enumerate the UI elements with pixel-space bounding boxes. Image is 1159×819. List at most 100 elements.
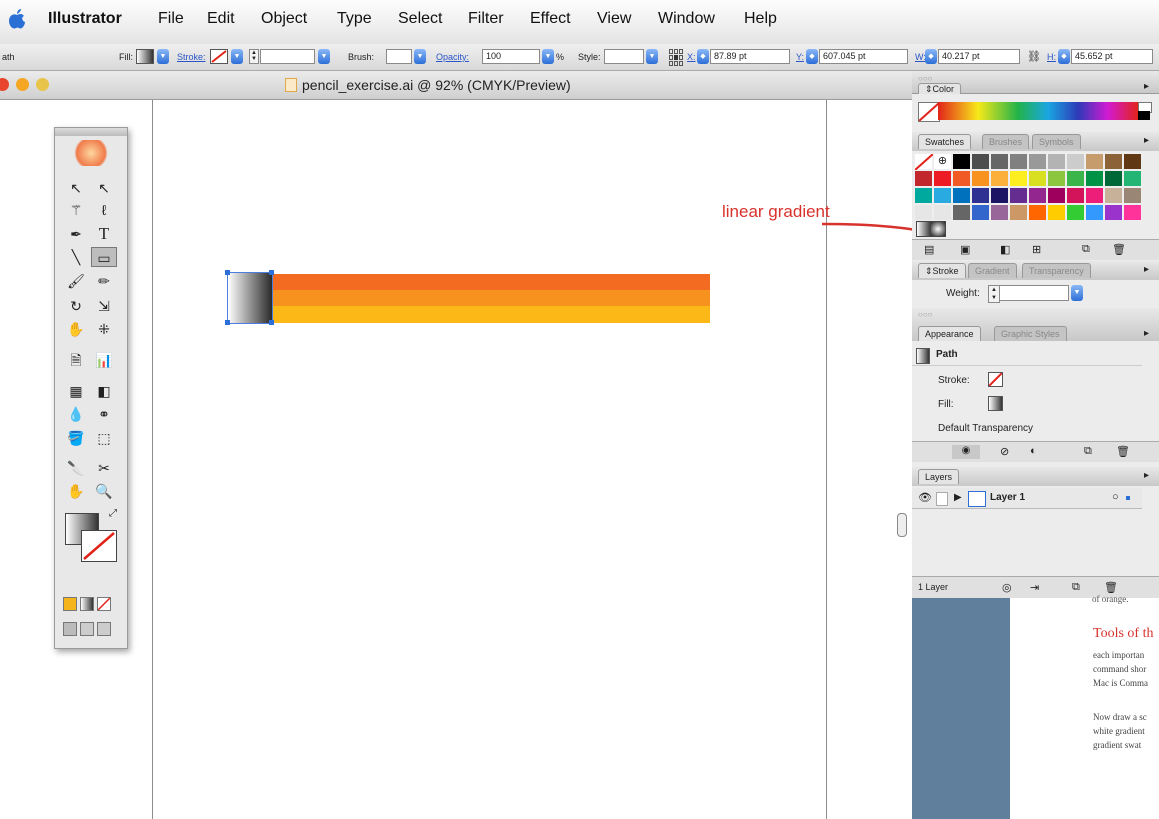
- gradient-rectangle[interactable]: [227, 272, 273, 324]
- eyedropper-tool-icon[interactable]: 💧: [63, 404, 89, 424]
- swatch[interactable]: [1085, 204, 1104, 221]
- color-panel-titlebar[interactable]: ○○○ ⇕Color ▸: [912, 71, 1159, 94]
- scale-tool-icon[interactable]: ⇲: [91, 296, 117, 316]
- tab-layers[interactable]: Layers: [918, 469, 960, 484]
- free-transform-tool-icon[interactable]: ⁜: [91, 319, 117, 339]
- reference-point-icon[interactable]: [668, 48, 686, 67]
- panel-menu-icon[interactable]: ▸: [1144, 81, 1149, 92]
- brush-field[interactable]: [386, 49, 412, 64]
- selection-handle[interactable]: [269, 320, 274, 325]
- swatch[interactable]: [971, 153, 990, 170]
- opacity-field[interactable]: 100: [482, 49, 540, 64]
- stroke-color-box[interactable]: [81, 530, 117, 562]
- close-button[interactable]: [0, 78, 9, 91]
- swatch[interactable]: [1123, 187, 1142, 204]
- screen-mode-full-button[interactable]: [97, 622, 111, 636]
- style-field[interactable]: [604, 49, 644, 64]
- warp-tool-icon[interactable]: ✋: [63, 319, 89, 339]
- make-clipping-mask-icon[interactable]: ◎: [1002, 581, 1012, 594]
- swatch[interactable]: [1104, 204, 1123, 221]
- duplicate-item-icon[interactable]: ⧉: [1084, 445, 1092, 458]
- swatch[interactable]: [952, 153, 971, 170]
- type-tool-icon[interactable]: T: [91, 224, 117, 244]
- swatch[interactable]: [1009, 204, 1028, 221]
- panel-menu-icon[interactable]: ▸: [1144, 470, 1149, 481]
- swatch[interactable]: [1028, 153, 1047, 170]
- direct-selection-tool-icon[interactable]: ↖: [91, 178, 117, 198]
- swatch[interactable]: [1104, 170, 1123, 187]
- apple-icon[interactable]: [8, 8, 26, 30]
- none-mode-button[interactable]: [97, 597, 111, 611]
- swatch[interactable]: [1066, 170, 1085, 187]
- panel-menu-icon[interactable]: ▸: [1144, 328, 1149, 339]
- swatch[interactable]: [933, 204, 952, 221]
- swatch[interactable]: [1066, 204, 1085, 221]
- brush-dropdown[interactable]: ▼: [414, 49, 426, 64]
- rectangle-tool-icon[interactable]: ▭: [91, 247, 117, 267]
- swatch[interactable]: [1028, 204, 1047, 221]
- fill-swatch[interactable]: [136, 49, 154, 64]
- pen-tool-icon[interactable]: ✒: [63, 224, 89, 244]
- gradient-tool-icon[interactable]: ◧: [91, 381, 117, 401]
- appearance-stroke-swatch[interactable]: [988, 372, 1003, 387]
- swatch[interactable]: [933, 170, 952, 187]
- swatch[interactable]: [971, 187, 990, 204]
- swatch[interactable]: [1085, 187, 1104, 204]
- y-field[interactable]: 607.045 pt: [819, 49, 908, 64]
- x-field[interactable]: 87.89 pt: [710, 49, 790, 64]
- menu-view[interactable]: View: [597, 10, 631, 28]
- menu-help[interactable]: Help: [744, 10, 777, 28]
- menu-edit[interactable]: Edit: [207, 10, 235, 28]
- x-stepper[interactable]: ◆: [697, 49, 709, 64]
- menu-type[interactable]: Type: [337, 10, 372, 28]
- swatch[interactable]: [1009, 187, 1028, 204]
- selection-handle[interactable]: [269, 270, 274, 275]
- swatch[interactable]: [1047, 204, 1066, 221]
- fill-dropdown[interactable]: ▼: [157, 49, 169, 64]
- tab-stroke[interactable]: ⇕Stroke: [918, 263, 966, 278]
- swatch[interactable]: [952, 170, 971, 187]
- y-stepper[interactable]: ◆: [806, 49, 818, 64]
- swatch[interactable]: [914, 204, 933, 221]
- radial-gradient-swatch[interactable]: [930, 221, 946, 237]
- swatch[interactable]: [933, 187, 952, 204]
- pencil-tool-icon[interactable]: ✏: [91, 271, 117, 291]
- pencil-stripe-top[interactable]: [272, 274, 710, 290]
- lasso-tool-icon[interactable]: ℓ: [91, 200, 117, 220]
- panel-window-controls[interactable]: ○○○: [918, 310, 933, 319]
- stroke-label[interactable]: Stroke:: [177, 52, 206, 62]
- tab-symbols[interactable]: Symbols: [1032, 134, 1081, 149]
- selection-tool-icon[interactable]: ↖: [63, 178, 89, 198]
- zoom-button[interactable]: [36, 78, 49, 91]
- menu-effect[interactable]: Effect: [530, 10, 571, 28]
- visibility-eye-icon[interactable]: 👁: [918, 491, 932, 504]
- tab-gradient[interactable]: Gradient: [968, 263, 1017, 278]
- w-stepper[interactable]: ◆: [925, 49, 937, 64]
- swatch[interactable]: [971, 204, 990, 221]
- swatch-libraries-icon[interactable]: ▤: [924, 243, 934, 256]
- menu-select[interactable]: Select: [398, 10, 442, 28]
- swatch[interactable]: [914, 170, 933, 187]
- menu-filter[interactable]: Filter: [468, 10, 504, 28]
- swatch[interactable]: [952, 187, 971, 204]
- delete-swatch-icon[interactable]: 🗑: [1112, 243, 1126, 256]
- panel-menu-icon[interactable]: ▸: [1144, 264, 1149, 275]
- appearance-fill-swatch[interactable]: [988, 396, 1003, 411]
- y-label[interactable]: Y:: [796, 52, 804, 62]
- swatch[interactable]: [1047, 153, 1066, 170]
- swatch[interactable]: [1028, 187, 1047, 204]
- swatch[interactable]: [1104, 153, 1123, 170]
- clear-appearance-icon[interactable]: ⊘: [1000, 445, 1009, 458]
- swatch[interactable]: [1047, 187, 1066, 204]
- lock-toggle[interactable]: [936, 492, 948, 506]
- swatch[interactable]: [990, 153, 1009, 170]
- new-sublayer-icon[interactable]: ⇥: [1030, 581, 1039, 594]
- swatch[interactable]: [1123, 170, 1142, 187]
- tools-panel-titlebar[interactable]: [55, 128, 127, 136]
- paintbrush-tool-icon[interactable]: 🖌: [63, 271, 89, 291]
- swatch-options-icon[interactable]: ◧: [1000, 243, 1010, 256]
- h-stepper[interactable]: ◆: [1058, 49, 1070, 64]
- swatch[interactable]: [1066, 187, 1085, 204]
- tab-swatches[interactable]: Swatches: [918, 134, 972, 149]
- zoom-tool-icon[interactable]: 🔍: [91, 481, 117, 501]
